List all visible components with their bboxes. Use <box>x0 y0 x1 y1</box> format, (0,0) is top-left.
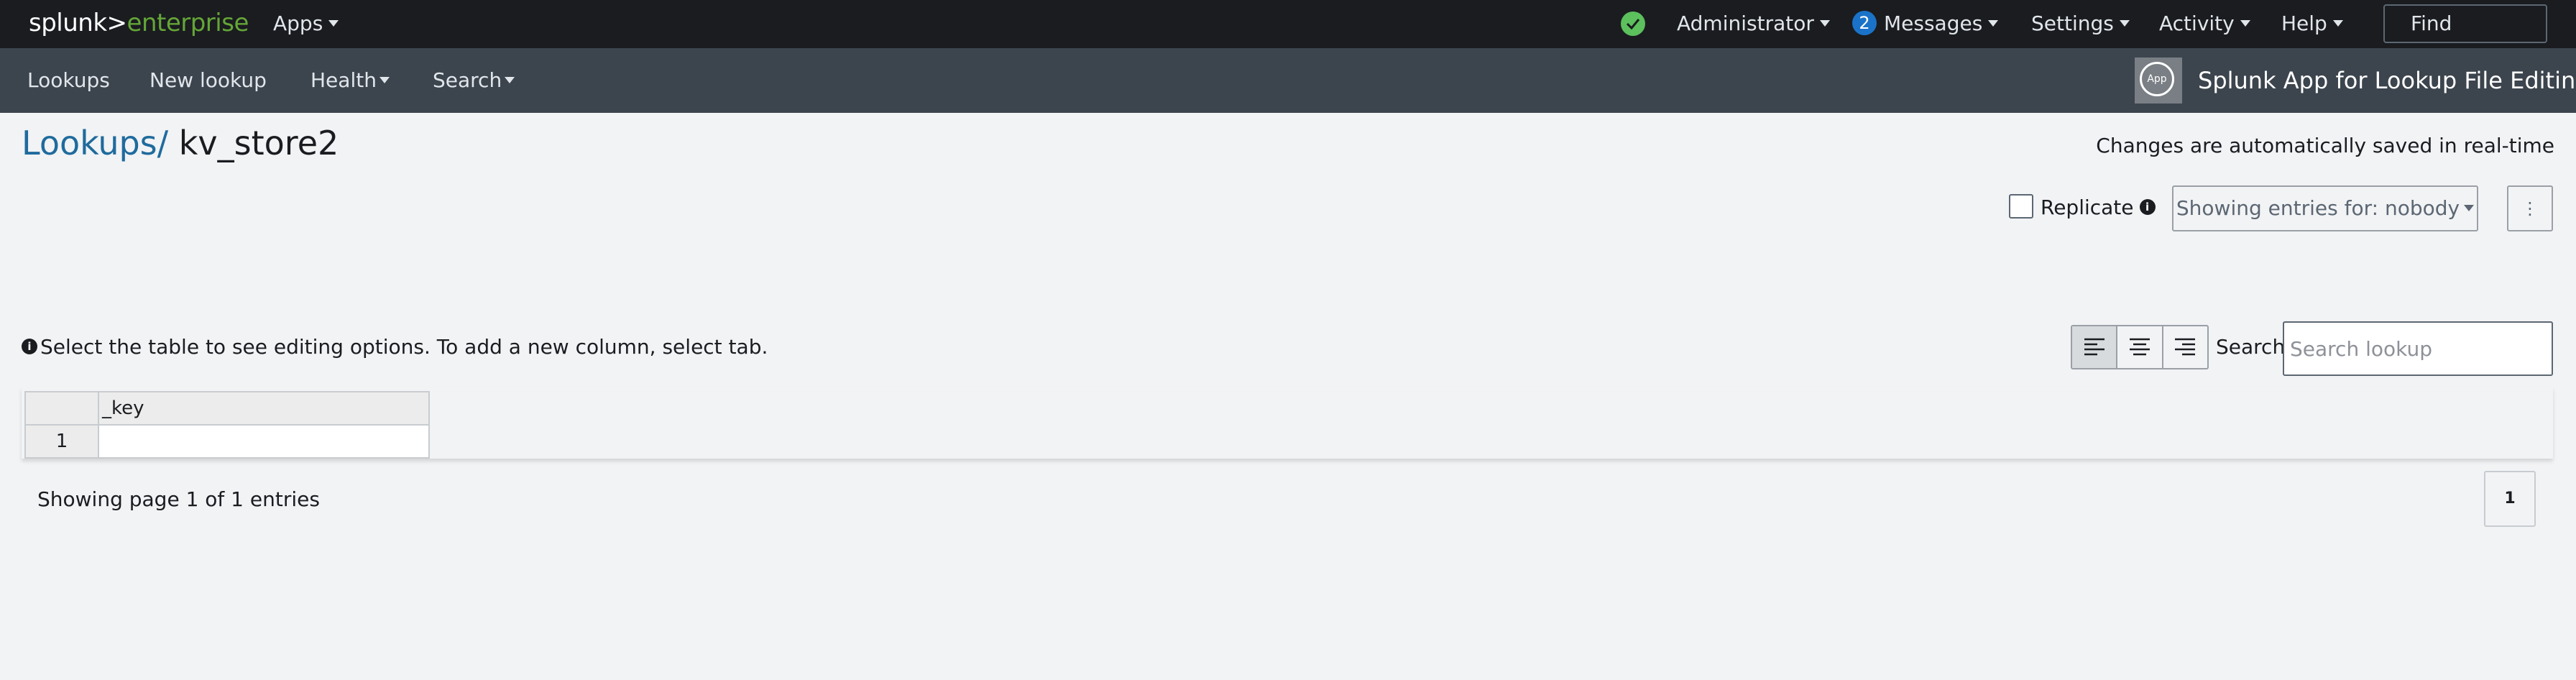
app-logo: App <box>2140 62 2174 96</box>
chevron-down-icon <box>1819 19 1830 27</box>
page-title: kv_store2 <box>178 124 339 162</box>
chevron-down-icon <box>1988 19 1999 27</box>
top-navigation-bar: splunk>enterprise Apps Administrator 2 Me… <box>0 0 2576 48</box>
chevron-down-icon <box>328 19 339 27</box>
app-title[interactable]: Splunk App for Lookup File Editing <box>2198 67 2576 94</box>
vertical-ellipsis-icon[interactable]: ⋮ <box>2507 185 2553 231</box>
chevron-down-icon <box>2119 19 2130 27</box>
page-button[interactable]: 1 <box>2484 471 2536 527</box>
breadcrumb-lookups-link[interactable]: Lookups/ <box>22 124 168 162</box>
row-header[interactable]: 1 <box>24 424 99 459</box>
find-input[interactable]: Find <box>2383 4 2547 43</box>
splunk-logo[interactable]: splunk>enterprise <box>29 9 249 37</box>
nav-search[interactable]: Search <box>433 68 515 92</box>
page-info: Showing page 1 of 1 entries <box>37 487 320 511</box>
app-navigation-bar: Lookups New lookup Health Search App Spl… <box>0 48 2576 113</box>
help-menu[interactable]: Help <box>2281 12 2343 35</box>
table-corner-cell[interactable] <box>24 391 99 426</box>
text-alignment-group <box>2071 325 2209 369</box>
align-center-icon[interactable] <box>2117 326 2163 368</box>
user-menu[interactable]: Administrator <box>1677 12 1830 35</box>
messages-count-badge: 2 <box>1852 11 1877 35</box>
replicate-toggle[interactable]: Replicate i <box>2009 194 2156 221</box>
check-circle-icon[interactable] <box>1621 12 1645 36</box>
table-header-row: _key <box>24 391 430 426</box>
align-right-icon[interactable] <box>2163 326 2207 368</box>
settings-menu[interactable]: Settings <box>2031 12 2130 35</box>
search-input[interactable] <box>2283 321 2553 376</box>
align-left-icon[interactable] <box>2072 326 2118 368</box>
autosave-note: Changes are automatically saved in real-… <box>2096 134 2554 157</box>
table-row: 1 <box>24 424 430 459</box>
editing-hint: i Select the table to see editing options… <box>22 335 768 359</box>
nav-new-lookup[interactable]: New lookup <box>150 68 267 92</box>
breadcrumb: Lookups/ kv_store2 <box>22 124 339 162</box>
chevron-down-icon <box>2332 19 2343 27</box>
replicate-label: Replicate <box>2041 196 2134 219</box>
app-icon: App <box>2135 58 2182 104</box>
search-label: Search: <box>2216 335 2292 359</box>
lookup-table[interactable]: _key 1 <box>24 391 430 459</box>
messages-menu[interactable]: 2 Messages <box>1852 11 1999 37</box>
chevron-down-icon <box>2240 19 2250 27</box>
info-icon[interactable]: i <box>2139 199 2156 215</box>
chevron-down-icon <box>379 76 390 83</box>
chevron-down-icon <box>2464 204 2475 211</box>
replicate-checkbox[interactable] <box>2009 194 2033 219</box>
info-icon: i <box>22 339 37 354</box>
activity-menu[interactable]: Activity <box>2159 12 2250 35</box>
chevron-down-icon <box>505 76 515 83</box>
nav-health[interactable]: Health <box>310 68 390 92</box>
table-cell[interactable] <box>98 424 430 459</box>
apps-menu[interactable]: Apps <box>273 12 339 35</box>
owner-filter-button[interactable]: Showing entries for: nobody <box>2172 185 2478 231</box>
nav-lookups[interactable]: Lookups <box>27 68 110 92</box>
column-header-key[interactable]: _key <box>98 391 430 426</box>
